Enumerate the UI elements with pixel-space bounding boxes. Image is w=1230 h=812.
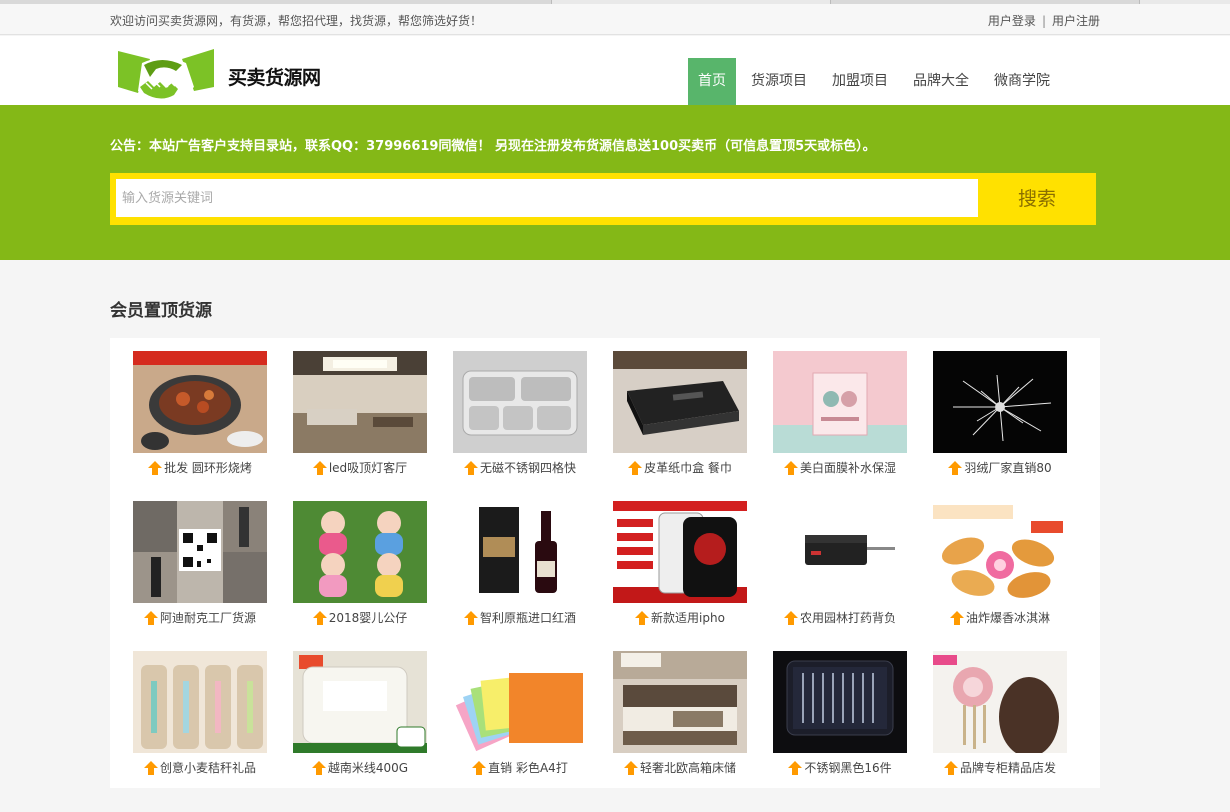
product-card[interactable]: 无磁不锈钢四格快 bbox=[440, 351, 600, 487]
product-image bbox=[453, 501, 587, 603]
product-caption[interactable]: 轻奢北欧高箱床储 bbox=[600, 759, 760, 776]
product-card[interactable]: 油炸爆香冰淇淋 bbox=[920, 501, 1080, 637]
product-image bbox=[933, 351, 1067, 453]
auth-separator: | bbox=[1041, 14, 1046, 28]
login-link[interactable]: 用户登录 bbox=[988, 14, 1036, 28]
product-caption[interactable]: 羽绒厂家直销80 bbox=[920, 459, 1080, 476]
up-arrow-icon bbox=[148, 461, 163, 475]
product-image bbox=[773, 351, 907, 453]
auth-links: 用户登录 | 用户注册 bbox=[988, 12, 1100, 29]
product-caption[interactable]: led吸顶灯客厅 bbox=[280, 459, 440, 476]
handshake-icon bbox=[118, 49, 214, 103]
up-arrow-icon bbox=[783, 611, 798, 625]
main-nav: 首页 货源项目 加盟项目 品牌大全 微商学院 bbox=[688, 58, 1065, 105]
product-caption[interactable]: 无磁不锈钢四格快 bbox=[440, 459, 600, 476]
product-image bbox=[293, 351, 427, 453]
product-image bbox=[133, 501, 267, 603]
up-arrow-icon bbox=[472, 761, 487, 775]
product-card[interactable]: 农用园林打药背负 bbox=[760, 501, 920, 637]
product-image bbox=[613, 351, 747, 453]
site-logo[interactable]: 买卖货源网 bbox=[116, 46, 336, 106]
search-bar: 搜索 bbox=[110, 173, 1096, 225]
product-image bbox=[773, 651, 907, 753]
product-image bbox=[933, 651, 1067, 753]
product-caption[interactable]: 2018婴儿公仔 bbox=[280, 609, 440, 626]
product-caption[interactable]: 创意小麦秸秆礼品 bbox=[120, 759, 280, 776]
section-title: 会员置顶货源 bbox=[110, 301, 212, 321]
product-card[interactable]: 新款适用ipho bbox=[600, 501, 760, 637]
product-image bbox=[453, 651, 587, 753]
product-caption[interactable]: 直销 彩色A4打 bbox=[440, 759, 600, 776]
up-arrow-icon bbox=[312, 461, 327, 475]
up-arrow-icon bbox=[312, 611, 327, 625]
logo-text: 买卖货源网 bbox=[228, 66, 321, 89]
announcement-text: 公告：本站广告客户支持目录站，联系QQ：37996619同微信！ 另现在注册发布… bbox=[110, 139, 876, 154]
product-image bbox=[133, 351, 267, 453]
nav-wechat-academy[interactable]: 微商学院 bbox=[984, 58, 1060, 105]
product-card[interactable]: 不锈钢黑色16件 bbox=[760, 651, 920, 787]
product-card[interactable]: 羽绒厂家直销80 bbox=[920, 351, 1080, 487]
up-arrow-icon bbox=[311, 761, 326, 775]
up-arrow-icon bbox=[143, 611, 158, 625]
product-image bbox=[933, 501, 1067, 603]
up-arrow-icon bbox=[463, 611, 478, 625]
product-card[interactable]: 皮革纸巾盒 餐巾 bbox=[600, 351, 760, 487]
product-card[interactable]: 品牌专柜精品店发 bbox=[920, 651, 1080, 787]
up-arrow-icon bbox=[635, 611, 650, 625]
product-caption[interactable]: 不锈钢黑色16件 bbox=[760, 759, 920, 776]
up-arrow-icon bbox=[788, 761, 803, 775]
nav-home[interactable]: 首页 bbox=[688, 58, 736, 105]
up-arrow-icon bbox=[143, 761, 158, 775]
product-image bbox=[293, 651, 427, 753]
product-card[interactable]: 创意小麦秸秆礼品 bbox=[120, 651, 280, 787]
up-arrow-icon bbox=[463, 461, 478, 475]
product-card[interactable]: 2018婴儿公仔 bbox=[280, 501, 440, 637]
up-arrow-icon bbox=[943, 761, 958, 775]
product-caption[interactable]: 农用园林打药背负 bbox=[760, 609, 920, 626]
product-image bbox=[773, 501, 907, 603]
product-card[interactable]: 越南米线400G bbox=[280, 651, 440, 787]
site-header: 买卖货源网 首页 货源项目 加盟项目 品牌大全 微商学院 bbox=[0, 36, 1230, 105]
nav-franchise-projects[interactable]: 加盟项目 bbox=[822, 58, 898, 105]
top-bar: 欢迎访问买卖货源网，有货源，帮您招代理，找货源，帮您筛选好货！ 用户登录 | 用户注… bbox=[0, 4, 1230, 35]
product-caption[interactable]: 阿迪耐克工厂货源 bbox=[120, 609, 280, 626]
product-card[interactable]: 轻奢北欧高箱床储 bbox=[600, 651, 760, 787]
product-card[interactable]: 直销 彩色A4打 bbox=[440, 651, 600, 787]
search-button[interactable]: 搜索 bbox=[984, 179, 1090, 219]
product-image bbox=[133, 651, 267, 753]
product-caption[interactable]: 智利原瓶进口红酒 bbox=[440, 609, 600, 626]
product-caption[interactable]: 品牌专柜精品店发 bbox=[920, 759, 1080, 776]
nav-supply-projects[interactable]: 货源项目 bbox=[741, 58, 817, 105]
product-grid: 批发 圆环形烧烤 led吸顶灯客厅 无磁不锈钢四格快 皮革纸巾盒 餐巾 美白面膜… bbox=[110, 338, 1100, 788]
product-card[interactable]: 美白面膜补水保湿 bbox=[760, 351, 920, 487]
product-caption[interactable]: 批发 圆环形烧烤 bbox=[120, 459, 280, 476]
product-image bbox=[453, 351, 587, 453]
product-caption[interactable]: 皮革纸巾盒 餐巾 bbox=[600, 459, 760, 476]
up-arrow-icon bbox=[628, 461, 643, 475]
up-arrow-icon bbox=[623, 761, 638, 775]
product-image bbox=[613, 501, 747, 603]
product-caption[interactable]: 新款适用ipho bbox=[600, 609, 760, 626]
search-input[interactable] bbox=[116, 179, 978, 217]
product-caption[interactable]: 美白面膜补水保湿 bbox=[760, 459, 920, 476]
up-arrow-icon bbox=[949, 611, 964, 625]
up-arrow-icon bbox=[948, 461, 963, 475]
banner: 公告：本站广告客户支持目录站，联系QQ：37996619同微信！ 另现在注册发布… bbox=[0, 105, 1230, 260]
product-card[interactable]: 阿迪耐克工厂货源 bbox=[120, 501, 280, 637]
product-card[interactable]: led吸顶灯客厅 bbox=[280, 351, 440, 487]
product-image bbox=[293, 501, 427, 603]
welcome-text: 欢迎访问买卖货源网，有货源，帮您招代理，找货源，帮您筛选好货！ bbox=[110, 14, 483, 28]
product-card[interactable]: 批发 圆环形烧烤 bbox=[120, 351, 280, 487]
nav-brands[interactable]: 品牌大全 bbox=[903, 58, 979, 105]
product-caption[interactable]: 越南米线400G bbox=[280, 759, 440, 776]
product-caption[interactable]: 油炸爆香冰淇淋 bbox=[920, 609, 1080, 626]
product-card[interactable]: 智利原瓶进口红酒 bbox=[440, 501, 600, 637]
up-arrow-icon bbox=[783, 461, 798, 475]
register-link[interactable]: 用户注册 bbox=[1052, 14, 1100, 28]
product-image bbox=[613, 651, 747, 753]
